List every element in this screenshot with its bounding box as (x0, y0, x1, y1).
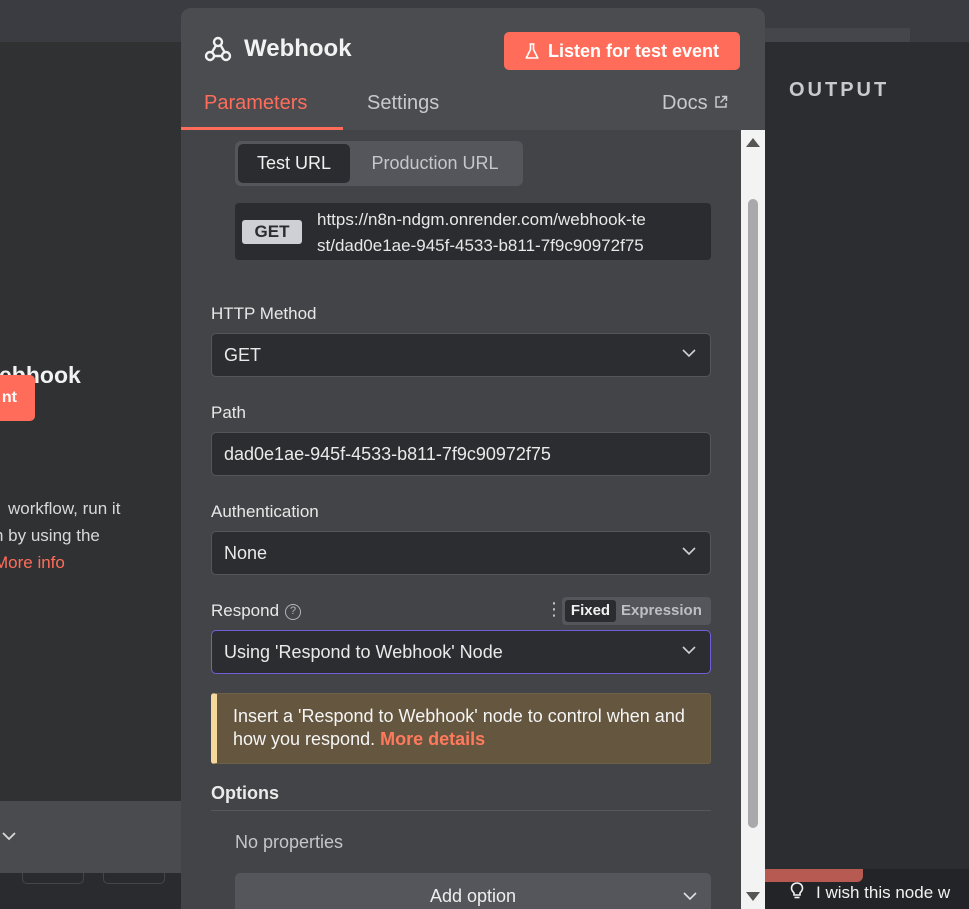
background-bottom-strip (0, 873, 181, 909)
path-label: Path (211, 403, 246, 422)
tab-parameters[interactable]: Parameters (204, 92, 307, 115)
add-option-button[interactable]: Add option (235, 873, 711, 909)
tab-settings[interactable]: Settings (367, 92, 439, 115)
authentication-value: None (224, 543, 268, 563)
method-badge: GET (242, 220, 302, 244)
background-tab (22, 873, 84, 884)
panel-title: Webhook (244, 35, 352, 62)
respond-label: Respond? (211, 601, 302, 621)
chevron-down-icon[interactable] (2, 825, 16, 841)
fixed-mode-option[interactable]: Fixed (565, 600, 616, 622)
node-parameters-panel: Webhook Listen for test event Parameters… (181, 8, 765, 909)
respond-select[interactable]: Using 'Respond to Webhook' Node (211, 630, 711, 674)
chevron-down-icon (682, 349, 696, 358)
add-option-label: Add option (429, 886, 517, 906)
more-options-icon[interactable]: ⋮ (545, 599, 563, 620)
options-divider (211, 810, 711, 811)
flask-icon (525, 42, 539, 59)
webhook-icon (204, 36, 232, 62)
respond-label-text: Respond (211, 601, 280, 620)
feedback-text: I wish this node w (816, 883, 951, 902)
panel-scrollbar[interactable] (741, 130, 765, 909)
listen-for-test-event-button[interactable]: Listen for test event (504, 32, 740, 70)
path-input[interactable]: dad0e1ae-945f-4533-b811-7f9c90972f75 (211, 432, 711, 476)
scroll-down-arrow-icon[interactable] (746, 892, 760, 901)
docs-link[interactable]: Docs (662, 92, 728, 115)
respond-notice: Insert a 'Respond to Webhook' node to co… (211, 693, 711, 764)
url-line: https://n8n-ndgm.onrender.com/webhook-te (317, 210, 646, 229)
background-desc-line: workflow, run it (8, 499, 121, 518)
docs-label: Docs (662, 92, 708, 114)
chevron-down-icon (683, 892, 697, 901)
http-method-select[interactable]: GET (211, 333, 711, 377)
background-listen-button[interactable]: nt (0, 375, 35, 421)
parameters-content: Test URL Production URL GET https://n8n-… (181, 130, 741, 909)
background-footer (0, 801, 181, 873)
feedback-link[interactable]: I wish this node w (790, 882, 950, 903)
chevron-down-icon (682, 547, 696, 556)
respond-value: Using 'Respond to Webhook' Node (224, 642, 503, 662)
help-icon[interactable]: ? (285, 604, 302, 620)
webhook-url-display[interactable]: GET https://n8n-ndgm.onrender.com/webhoo… (235, 203, 711, 260)
scroll-up-arrow-icon[interactable] (746, 138, 760, 147)
chevron-down-icon (682, 646, 696, 655)
fixed-expression-toggle: Fixed Expression (562, 597, 711, 625)
url-type-toggle: Test URL Production URL (235, 141, 523, 186)
more-details-link[interactable]: More details (380, 729, 485, 749)
background-tab (103, 873, 165, 884)
listen-button-label: Listen for test event (547, 40, 720, 61)
output-pane: OUTPUT I wish this node w (765, 28, 969, 909)
input-pane-background: ebhook nt workflow, run it n by using th… (0, 42, 181, 909)
lightbulb-icon (790, 882, 804, 899)
external-link-icon (714, 95, 727, 108)
http-method-value: GET (224, 345, 262, 365)
background-desc-line: n by using the (0, 526, 100, 545)
production-url-option[interactable]: Production URL (350, 144, 520, 183)
output-accent-strip (765, 869, 863, 882)
scrollbar-thumb[interactable] (748, 199, 758, 828)
authentication-label: Authentication (211, 502, 319, 521)
url-line: st/dad0e1ae-945f-4533-b811-7f9c90972f75 (317, 236, 644, 255)
path-value: dad0e1ae-945f-4533-b811-7f9c90972f75 (224, 444, 551, 464)
output-label: OUTPUT (789, 79, 890, 101)
webhook-url-text: https://n8n-ndgm.onrender.com/webhook-te… (317, 207, 707, 259)
no-properties-text: No properties (235, 832, 344, 852)
http-method-label: HTTP Method (211, 304, 317, 323)
expression-mode-option[interactable]: Expression (621, 597, 702, 625)
options-label: Options (211, 783, 279, 803)
background-description: workflow, run it n by using the More inf… (0, 495, 120, 576)
test-url-option[interactable]: Test URL (238, 144, 350, 183)
authentication-select[interactable]: None (211, 531, 711, 575)
background-more-info-link[interactable]: More info (0, 549, 106, 576)
panel-header: Webhook Listen for test event Parameters… (181, 8, 765, 130)
output-top-strip (765, 28, 910, 42)
